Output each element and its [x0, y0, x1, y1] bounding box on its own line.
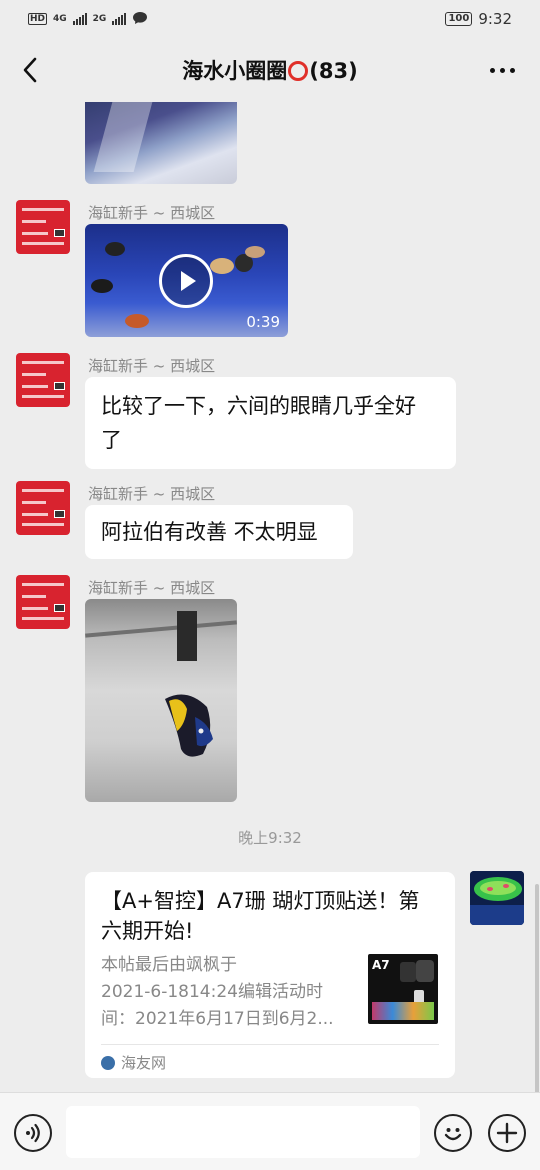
signal-icon [72, 13, 87, 25]
card-title-line: 六期开始! [101, 919, 194, 943]
card-description: 本帖最后由飒枫于 2021-6-1814:24编辑活动时 间：2021年6月17… [101, 952, 357, 1033]
source-logo-icon [101, 1055, 115, 1070]
chat-messages[interactable]: 海缸新手 ~ 西城区 0:39 海缸新手 ~ 西城区 比较了一下，六间的眼睛几乎… [0, 102, 540, 1092]
message-text-line: 了 [101, 428, 122, 452]
thumb-label: A7 [372, 958, 390, 972]
card-desc-line: 2021-6-1814:24编辑活动时 [101, 982, 323, 1002]
video-duration: 0:39 [246, 313, 280, 331]
sender-avatar[interactable] [16, 200, 70, 254]
group-name: 海水小圈圈 [182, 59, 288, 83]
card-thumbnail: A7 [368, 954, 438, 1024]
card-source: 海友网 [101, 1052, 166, 1073]
message-input[interactable] [66, 1106, 420, 1158]
signal-icon-2 [112, 13, 127, 25]
more-options-button[interactable] [484, 58, 520, 82]
red-circle-emoji-icon [288, 61, 309, 81]
chat-bubble-icon [132, 11, 148, 28]
dot-icon [489, 67, 495, 73]
hd-indicator: HD [28, 13, 48, 25]
card-divider [101, 1044, 439, 1045]
video-message[interactable]: 0:39 [85, 224, 288, 337]
time-separator: 晚上9:32 [238, 829, 302, 847]
battery-icon: 100 [445, 12, 473, 26]
text-message[interactable]: 阿拉伯有改善 不太明显 [85, 505, 353, 559]
network-2g-label: 2G [92, 14, 107, 24]
sender-avatar[interactable] [16, 481, 70, 535]
text-message[interactable]: 比较了一下，六间的眼睛几乎全好 了 [85, 377, 456, 469]
previous-image-message[interactable] [85, 102, 237, 184]
sender-avatar[interactable] [16, 575, 70, 629]
status-bar: HD 4G 2G 100 9:32 [0, 0, 540, 38]
network-4g-label: 4G [53, 14, 67, 24]
message-text-line: 阿拉伯有改善 不太明显 [101, 520, 318, 544]
chat-scrollbar[interactable] [535, 884, 539, 1092]
my-avatar[interactable] [470, 871, 524, 925]
chevron-left-icon [23, 57, 37, 83]
voice-icon [26, 1123, 40, 1143]
play-icon[interactable] [159, 254, 213, 308]
input-bar [0, 1092, 540, 1170]
plus-icon [496, 1122, 518, 1144]
more-functions-button[interactable] [488, 1114, 526, 1152]
chat-header: 海水小圈圈 (83) [0, 38, 540, 102]
sender-name: 海缸新手 ~ 西城区 [88, 485, 216, 503]
fish-image [165, 694, 213, 757]
card-source-label: 海友网 [121, 1054, 167, 1072]
card-desc-line: 间：2021年6月17日到6月2... [101, 1009, 334, 1029]
card-title: 【A+智控】A7珊 瑚灯顶贴送！第 六期开始! [101, 886, 441, 946]
dot-icon [499, 67, 505, 73]
link-card[interactable]: 【A+智控】A7珊 瑚灯顶贴送！第 六期开始! 本帖最后由飒枫于 2021-6-… [85, 872, 455, 1078]
status-right: 100 9:32 [445, 10, 512, 28]
dot-icon [509, 67, 515, 73]
chat-title: 海水小圈圈 (83) [182, 55, 357, 85]
coral-image [470, 871, 524, 925]
card-title-line: 【A+智控】A7珊 瑚灯顶贴送！第 [101, 889, 420, 913]
image-message[interactable] [85, 599, 237, 802]
sender-avatar[interactable] [16, 353, 70, 407]
card-desc-line: 本帖最后由飒枫于 [101, 955, 237, 975]
back-button[interactable] [14, 54, 46, 86]
emoji-button[interactable] [434, 1114, 472, 1152]
sender-name: 海缸新手 ~ 西城区 [88, 204, 216, 222]
status-time: 9:32 [478, 10, 512, 28]
smiley-icon [444, 1128, 462, 1141]
message-text-line: 比较了一下，六间的眼睛几乎全好 [101, 394, 416, 418]
voice-input-button[interactable] [14, 1114, 52, 1152]
status-left: HD 4G 2G [28, 11, 148, 28]
sender-name: 海缸新手 ~ 西城区 [88, 579, 216, 597]
member-count: (83) [309, 59, 358, 83]
sender-name: 海缸新手 ~ 西城区 [88, 357, 216, 375]
